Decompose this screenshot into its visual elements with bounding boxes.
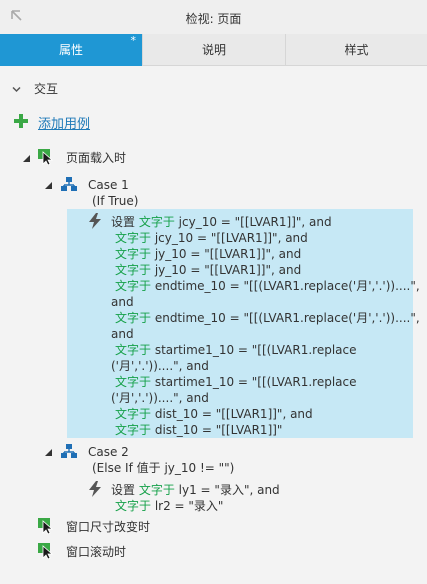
tab-bar: 属性 * 说明 样式 [0, 34, 427, 66]
action-target: startime1_10 = "[[(LVAR1.replace [151, 375, 357, 389]
lightning-icon [89, 213, 101, 229]
case-1-action-line: and [111, 326, 134, 342]
event-cursor-icon [38, 149, 54, 165]
event-window-scroll[interactable]: 窗口滚动时 [66, 544, 126, 560]
action-keyword: 文字于 [115, 247, 152, 261]
action-target: jy_10 = "[[LVAR1]]", and [151, 263, 302, 277]
case-1-action-line: 文字于 startime1_10 = "[[(LVAR1.replace [115, 342, 356, 358]
action-verb: 设置 [111, 483, 136, 497]
action-verb: 设置 [111, 215, 136, 229]
action-keyword: 文字于 [115, 311, 152, 325]
case-1-action-line: 文字于 dist_10 = "[[LVAR1]]", and [115, 406, 313, 422]
case-1-action-line: ('月','.'))....", and [111, 390, 209, 406]
plus-icon [14, 114, 28, 128]
tab-style[interactable]: 样式 [285, 34, 427, 66]
case-1-label[interactable]: Case 1 [88, 177, 129, 193]
action-target: endtime_10 = "[[(LVAR1.replace('月','.'))… [151, 279, 420, 293]
case-1-action-line: 文字于 jy_10 = "[[LVAR1]]", and [115, 246, 301, 262]
action-keyword: 文字于 [115, 499, 152, 513]
action-target: lr2 = "录入" [151, 499, 224, 513]
case-2-label[interactable]: Case 2 [88, 444, 129, 460]
tab-style-label: 样式 [344, 43, 369, 57]
tab-properties-label: 属性 [58, 43, 83, 57]
action-keyword: 文字于 [115, 263, 152, 277]
case-1-action-line: 文字于 jy_10 = "[[LVAR1]]", and [115, 262, 301, 278]
action-target: jy_10 = "[[LVAR1]]", and [151, 247, 302, 261]
case-1-action-line: 文字于 endtime_10 = "[[(LVAR1.replace('月','… [115, 310, 420, 326]
action-target: dist_10 = "[[LVAR1]]", and [151, 407, 313, 421]
action-target: ('月','.'))....", and [111, 359, 209, 373]
expand-triangle-icon[interactable] [22, 154, 31, 163]
tab-notes-label: 说明 [201, 43, 226, 57]
case-1-action-line: 文字于 jcy_10 = "[[LVAR1]]", and [115, 230, 308, 246]
tab-notes[interactable]: 说明 [142, 34, 285, 66]
case-tree-icon [61, 177, 77, 191]
action-keyword: 文字于 [138, 483, 175, 497]
action-keyword: 文字于 [115, 231, 152, 245]
case-1-action-line: and [111, 294, 134, 310]
action-keyword: 文字于 [115, 279, 152, 293]
window-title: 检视: 页面 [185, 12, 242, 26]
case-1-condition: (If True) [92, 194, 139, 208]
action-target: jcy_10 = "[[LVAR1]]", and [174, 215, 332, 229]
action-target: ('月','.'))....", and [111, 391, 209, 405]
action-target: endtime_10 = "[[(LVAR1.replace('月','.'))… [151, 311, 420, 325]
action-keyword: 文字于 [138, 215, 175, 229]
section-label: 交互 [34, 82, 59, 96]
action-target: startime1_10 = "[[(LVAR1.replace [151, 343, 357, 357]
case-1-action-line: 文字于 endtime_10 = "[[(LVAR1.replace('月','… [115, 278, 420, 294]
event-page-load[interactable]: 页面载入时 [66, 150, 126, 166]
event-cursor-icon [38, 518, 54, 534]
case-1-action-line: ('月','.'))....", and [111, 358, 209, 374]
action-keyword: 文字于 [115, 423, 152, 437]
action-target: dist_10 = "[[LVAR1]]" [151, 423, 283, 437]
case-2-action-line[interactable]: 文字于 lr2 = "录入" [115, 498, 223, 514]
action-target: ly1 = "录入", and [174, 483, 280, 497]
case-1-action-line: 文字于 dist_10 = "[[LVAR1]]" [115, 422, 282, 438]
case-2-condition: (Else If 值于 jy_10 != "") [92, 461, 235, 475]
action-target: jcy_10 = "[[LVAR1]]", and [151, 231, 308, 245]
action-target: and [111, 327, 134, 341]
case-2-action-line[interactable]: 设置 文字于 ly1 = "录入", and [111, 482, 280, 498]
add-case-label: 添加用例 [38, 117, 91, 132]
action-target: and [111, 295, 134, 309]
case-1-action-line: 设置 文字于 jcy_10 = "[[LVAR1]]", and [111, 214, 332, 230]
expand-triangle-icon[interactable] [44, 448, 53, 457]
action-keyword: 文字于 [115, 343, 152, 357]
chevron-down-icon [12, 86, 21, 93]
action-keyword: 文字于 [115, 407, 152, 421]
modified-indicator: * [130, 34, 137, 47]
action-keyword: 文字于 [115, 375, 152, 389]
event-window-resize[interactable]: 窗口尺寸改变时 [66, 519, 150, 535]
case-tree-icon [61, 444, 77, 458]
lightning-icon [89, 481, 101, 497]
case-1-action-line: 文字于 startime1_10 = "[[(LVAR1.replace [115, 374, 356, 390]
event-cursor-icon [38, 543, 54, 559]
title-bar: 检视: 页面 [0, 0, 427, 34]
tab-properties[interactable]: 属性 * [0, 34, 142, 66]
expand-triangle-icon[interactable] [44, 181, 53, 190]
